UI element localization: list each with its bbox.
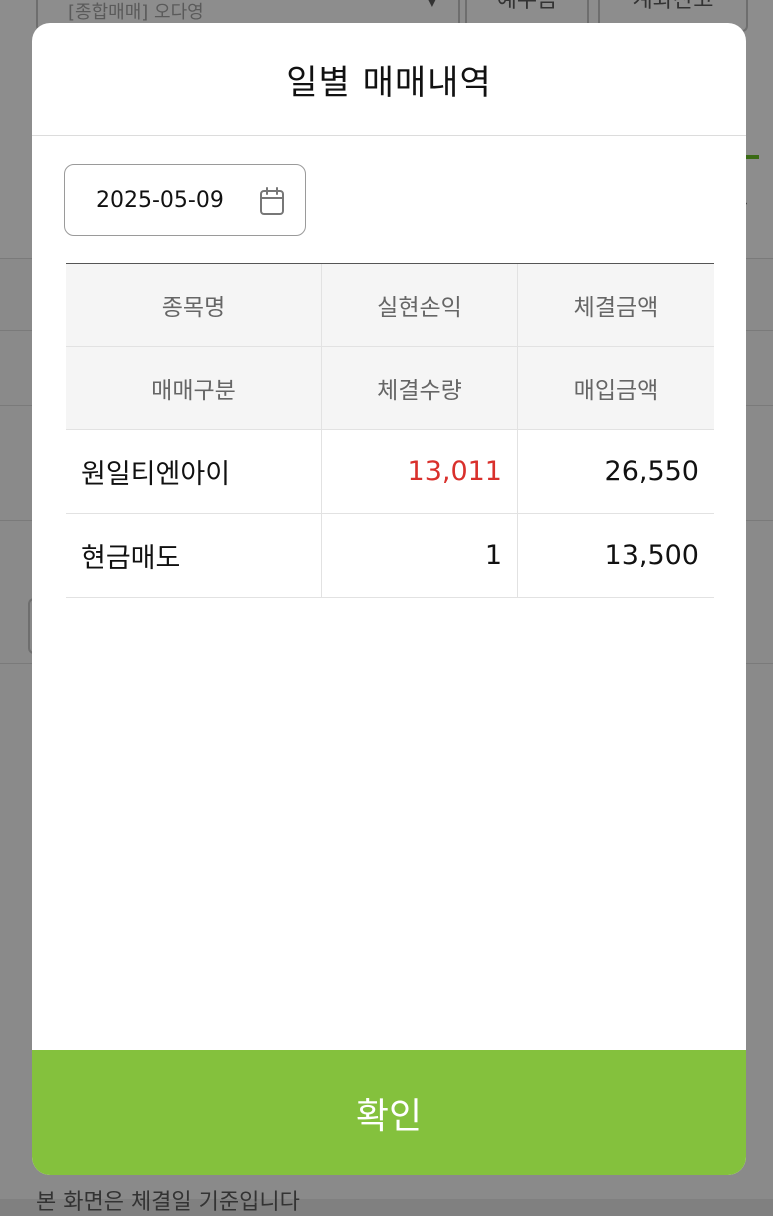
realized-pnl: 13,011 [322, 430, 518, 514]
confirm-button[interactable]: 확인 [32, 1050, 746, 1175]
balance-button-label: 계좌잔고 [632, 0, 714, 13]
purchase-amount: 13,500 [518, 514, 714, 598]
table-row: 원일티엔아이 13,011 26,550 [66, 430, 714, 514]
confirm-button-label: 확인 [355, 1094, 423, 1136]
account-select-value: [종합매매] 오다영 [68, 2, 204, 23]
chevron-down-icon: ▼ [426, 0, 438, 9]
trade-table: 종목명 실현손익 체결금액 매매구분 체결수량 매입금액 원일티엔아이 13,0… [66, 263, 714, 598]
date-picker[interactable]: 2025-05-09 [64, 164, 306, 236]
bottom-note: 본 화면은 체결일 기준입니다 [36, 1190, 300, 1215]
tab-indicator [745, 155, 759, 159]
modal-header: 일별 매매내역 [32, 23, 746, 136]
header-purchase-amount: 매입금액 [518, 347, 714, 430]
date-value: 2025-05-09 [96, 187, 224, 213]
modal-title: 일별 매매내역 [286, 62, 492, 103]
quantity: 1 [322, 514, 518, 598]
header-trade-type: 매매구분 [66, 347, 322, 430]
daily-trade-history-modal: 일별 매매내역 2025-05-09 종목명 실현손익 체결금액 매매구분 체결… [32, 23, 746, 1175]
header-realized-pnl: 실현손익 [322, 264, 518, 347]
table-header-row: 매매구분 체결수량 매입금액 [66, 347, 714, 430]
table-row: 현금매도 1 13,500 [66, 514, 714, 598]
calendar-icon[interactable] [259, 186, 285, 216]
trade-amount: 26,550 [518, 430, 714, 514]
header-stock-name: 종목명 [66, 264, 322, 347]
header-trade-amount: 체결금액 [518, 264, 714, 347]
trade-type: 현금매도 [66, 514, 322, 598]
header-quantity: 체결수량 [322, 347, 518, 430]
deposit-button-label: 예수금 [496, 0, 558, 13]
table-header-row: 종목명 실현손익 체결금액 [66, 264, 714, 347]
stock-name: 원일티엔아이 [66, 430, 322, 514]
